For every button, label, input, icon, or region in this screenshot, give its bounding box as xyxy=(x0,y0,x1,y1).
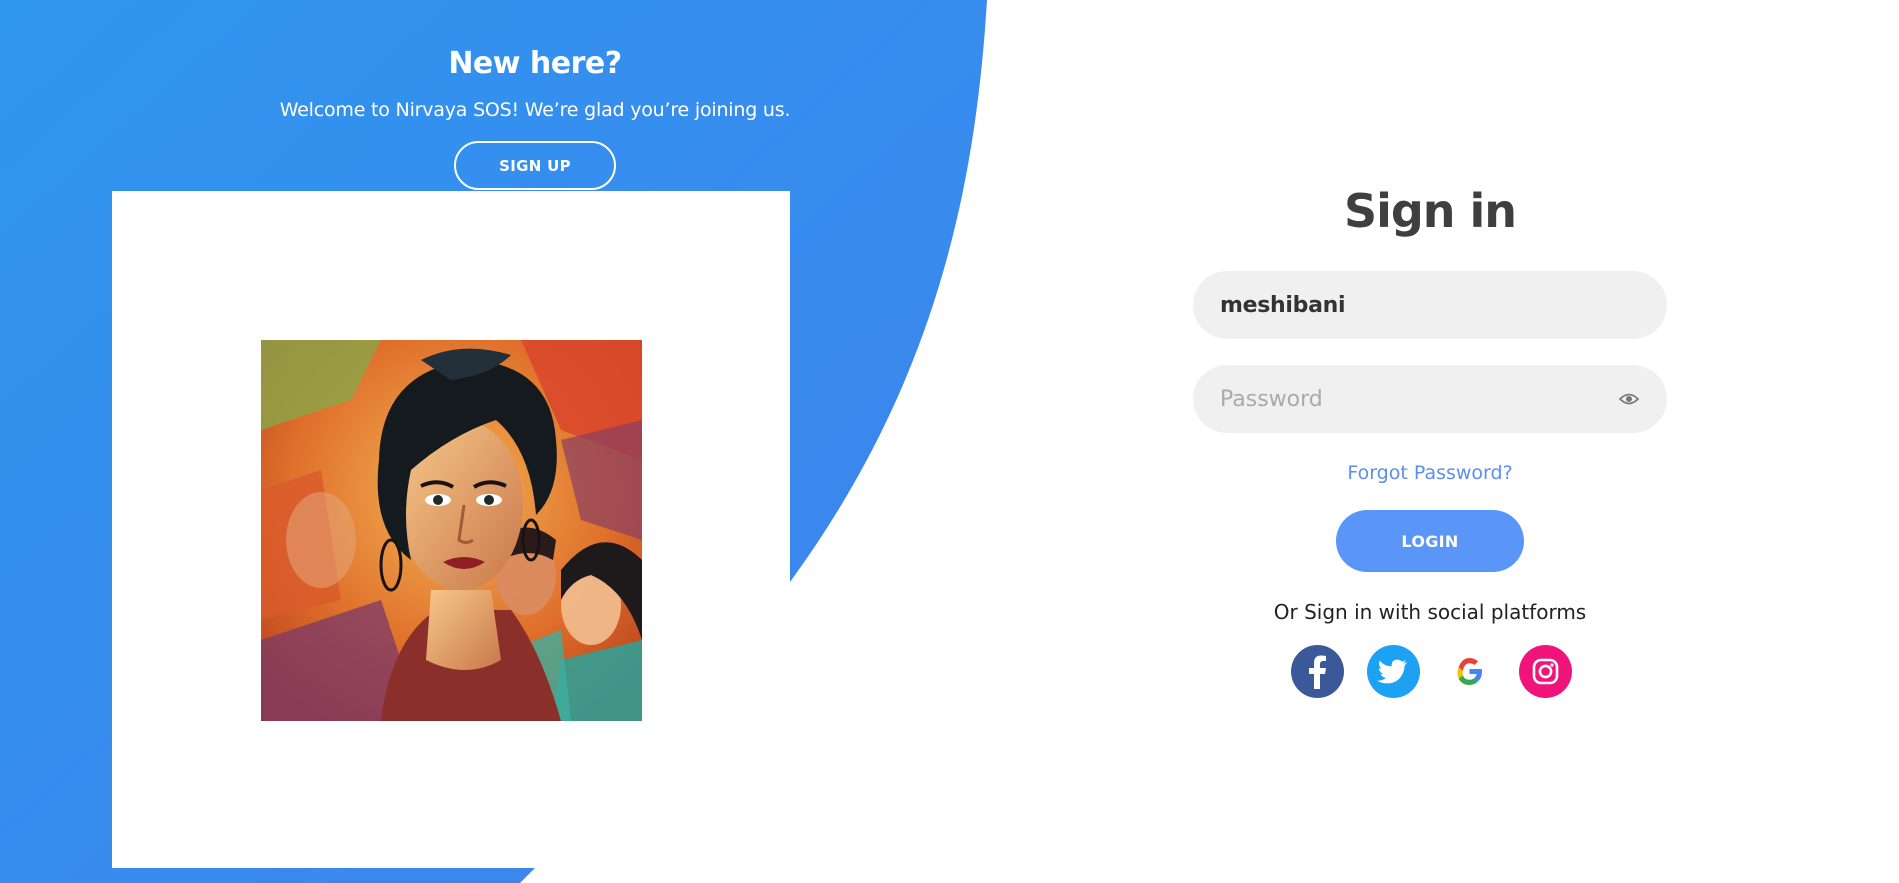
twitter-icon xyxy=(1377,659,1407,684)
social-buttons xyxy=(1291,645,1581,701)
facebook-icon xyxy=(1309,655,1326,689)
twitter-button[interactable] xyxy=(1367,645,1420,698)
instagram-icon xyxy=(1532,658,1559,685)
welcome-text: Welcome to Nirvaya SOS! We’re glad you’r… xyxy=(279,99,791,121)
illustration-frame xyxy=(112,191,790,868)
password-field[interactable] xyxy=(1193,365,1667,433)
sign-in-form: Sign in Forgot Password? LOGIN Or Sign i… xyxy=(1190,180,1670,720)
sign-up-button[interactable]: SIGN UP xyxy=(454,141,616,190)
forgot-password-link[interactable]: Forgot Password? xyxy=(1190,462,1670,484)
instagram-button[interactable] xyxy=(1519,645,1572,698)
login-button[interactable]: LOGIN xyxy=(1336,510,1524,572)
google-button[interactable] xyxy=(1443,645,1496,698)
social-signin-text: Or Sign in with social platforms xyxy=(1273,600,1587,624)
left-panel: New here? Welcome to Nirvaya SOS! We’re … xyxy=(0,0,1070,883)
sign-in-title: Sign in xyxy=(1343,184,1517,238)
women-portrait-illustration xyxy=(261,340,642,721)
google-icon xyxy=(1457,658,1482,685)
password-input[interactable] xyxy=(1220,365,1610,433)
new-here-title: New here? xyxy=(448,46,622,81)
facebook-button[interactable] xyxy=(1291,645,1344,698)
signin-page: New here? Welcome to Nirvaya SOS! We’re … xyxy=(0,0,1899,883)
eye-icon[interactable] xyxy=(1619,391,1639,407)
username-input[interactable] xyxy=(1220,271,1610,339)
username-field[interactable] xyxy=(1193,271,1667,339)
